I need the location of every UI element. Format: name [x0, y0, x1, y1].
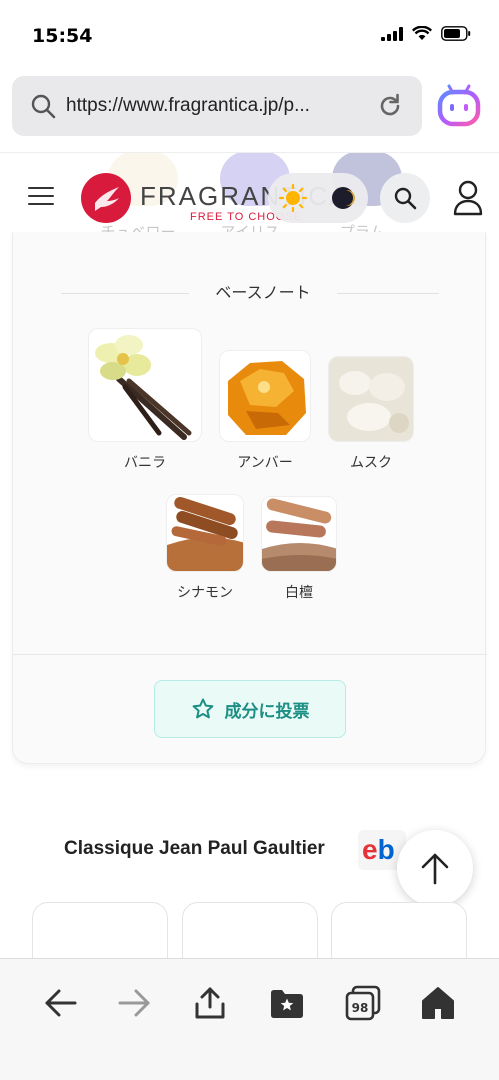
battery-icon	[441, 26, 471, 41]
sun-icon[interactable]	[278, 183, 308, 213]
note-label: アンバー	[237, 455, 293, 471]
arrow-right-icon	[118, 989, 150, 1017]
tab-count: 98	[352, 1001, 369, 1015]
search-icon	[394, 187, 417, 210]
arrow-left-icon	[45, 989, 77, 1017]
sandalwood-icon	[261, 496, 337, 572]
status-icons	[381, 26, 471, 41]
note-label: ムスク	[350, 455, 392, 471]
bookmark-folder-icon	[271, 990, 303, 1018]
hamburger-menu-icon[interactable]	[28, 187, 54, 207]
notes-card: ベースノート バニラ アンバー ムスク シナモン 白檀 成分に投票	[12, 232, 487, 764]
note-item-amber[interactable]: アンバー	[217, 350, 313, 472]
wifi-icon	[412, 26, 432, 40]
vanilla-icon	[88, 328, 202, 442]
note-label: バニラ	[124, 455, 166, 471]
bookmarks-button[interactable]	[265, 981, 309, 1025]
share-icon	[195, 987, 225, 1019]
status-time: 15:54	[32, 25, 93, 47]
browser-toolbar: 98	[0, 958, 499, 1080]
card-divider	[13, 654, 487, 655]
section-title: ベースノート	[189, 276, 337, 310]
signal-icon	[381, 26, 403, 41]
tabs-button[interactable]: 98	[341, 981, 385, 1025]
amber-icon	[219, 350, 311, 442]
vote-ingredients-button[interactable]: 成分に投票	[154, 680, 346, 738]
arrow-up-icon	[421, 853, 449, 885]
status-bar: 15:54	[0, 0, 499, 72]
scroll-to-top-button[interactable]	[397, 830, 473, 906]
site-header: チュベローズ アイリス プラム FRAGRANTICA FREE TO CHOO…	[0, 152, 499, 240]
user-icon	[453, 180, 483, 216]
url-field[interactable]: https://www.fragrantica.jp/p...	[12, 76, 422, 136]
note-label: 白檀	[285, 585, 313, 601]
note-item-cinnamon[interactable]: シナモン	[163, 494, 247, 602]
note-item-vanilla[interactable]: バニラ	[87, 328, 203, 472]
home-button[interactable]	[416, 981, 460, 1025]
theme-toggle[interactable]	[268, 173, 368, 223]
musk-icon	[328, 356, 414, 442]
browser-bar: https://www.fragrantica.jp/p...	[0, 72, 499, 152]
search-icon	[31, 94, 56, 119]
vote-button-label: 成分に投票	[224, 701, 310, 722]
note-item-sandalwood[interactable]: 白檀	[257, 496, 341, 602]
home-icon	[422, 987, 454, 1019]
back-button[interactable]	[38, 981, 82, 1025]
user-account-button[interactable]	[446, 173, 490, 223]
reload-icon[interactable]	[376, 92, 404, 120]
logo-icon[interactable]	[81, 173, 131, 223]
star-outline-icon	[192, 698, 213, 719]
tabs-icon: 98	[345, 985, 381, 1021]
note-item-musk[interactable]: ムスク	[325, 356, 417, 472]
share-button[interactable]	[188, 981, 232, 1025]
note-label: シナモン	[177, 585, 233, 601]
assistant-bot-icon[interactable]	[436, 82, 482, 128]
related-perfume-title: Classique Jean Paul Gaultier	[64, 838, 325, 859]
header-search-button[interactable]	[380, 173, 430, 223]
cinnamon-icon	[166, 494, 244, 572]
moon-icon[interactable]	[328, 183, 358, 213]
forward-button[interactable]	[113, 981, 157, 1025]
url-text[interactable]: https://www.fragrantica.jp/p...	[66, 95, 356, 117]
